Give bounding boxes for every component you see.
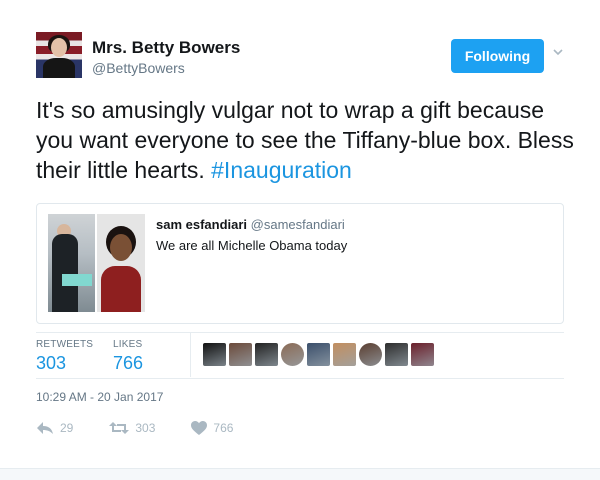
quoted-photo-right — [97, 214, 145, 312]
like-action[interactable]: 766 — [191, 421, 233, 435]
following-button[interactable]: Following — [451, 39, 544, 73]
liker-avatar[interactable] — [203, 343, 226, 366]
photo-face — [110, 234, 132, 261]
stats-separator — [190, 333, 191, 377]
author-name[interactable]: Mrs. Betty Bowers — [92, 38, 240, 58]
photo-gift-box — [62, 274, 92, 286]
liker-avatar[interactable] — [229, 343, 252, 366]
hashtag-link[interactable]: #Inauguration — [211, 157, 352, 183]
retweet-icon — [109, 422, 130, 434]
reply-icon — [37, 422, 53, 434]
bottom-border — [0, 468, 600, 480]
divider-top — [36, 332, 564, 333]
author-handle[interactable]: @BettyBowers — [92, 60, 185, 76]
liker-avatar[interactable] — [333, 343, 356, 366]
likers-avatars — [203, 343, 434, 366]
reply-action[interactable]: 29 — [36, 421, 73, 435]
tweet-actions: 29 303 766 — [36, 421, 269, 435]
quoted-tweet-text: We are all Michelle Obama today — [156, 238, 348, 253]
retweets-value: 303 — [36, 353, 67, 373]
likes-label: LIKES — [113, 339, 143, 350]
tweet-timestamp[interactable]: 10:29 AM - 20 Jan 2017 — [36, 390, 163, 404]
photo-dress — [101, 266, 141, 312]
avatar-face — [51, 38, 67, 57]
likes-stat[interactable]: LIKES 766 — [113, 339, 143, 374]
tweet-card: Mrs. Betty Bowers @BettyBowers Following… — [0, 0, 600, 480]
liker-avatar[interactable] — [307, 343, 330, 366]
author-avatar[interactable] — [36, 32, 82, 78]
quoted-author[interactable]: sam esfandiari @samesfandiari — [156, 217, 345, 232]
retweet-action[interactable]: 303 — [109, 421, 155, 435]
liker-avatar[interactable] — [255, 343, 278, 366]
divider-bottom — [36, 378, 564, 379]
liker-avatar[interactable] — [359, 343, 382, 366]
liker-avatar[interactable] — [281, 343, 304, 366]
quoted-author-name: sam esfandiari — [156, 217, 248, 232]
quoted-author-handle: @samesfandiari — [250, 217, 345, 232]
avatar-body — [43, 58, 75, 78]
liker-avatar[interactable] — [411, 343, 434, 366]
retweets-label: RETWEETS — [36, 339, 94, 350]
reply-count: 29 — [60, 421, 74, 435]
like-count: 766 — [213, 421, 234, 435]
chevron-down-icon[interactable] — [552, 46, 564, 58]
quoted-photo-left — [48, 214, 95, 312]
photo-person-body — [52, 234, 78, 312]
retweet-count: 303 — [135, 421, 156, 435]
tweet-text: It's so amusingly vulgar not to wrap a g… — [36, 95, 576, 185]
likes-value: 766 — [113, 353, 144, 373]
heart-icon — [191, 421, 208, 435]
retweets-stat[interactable]: RETWEETS 303 — [36, 339, 93, 374]
quoted-tweet[interactable]: sam esfandiari @samesfandiari We are all… — [36, 203, 564, 324]
liker-avatar[interactable] — [385, 343, 408, 366]
quoted-tweet-media[interactable] — [48, 214, 145, 312]
